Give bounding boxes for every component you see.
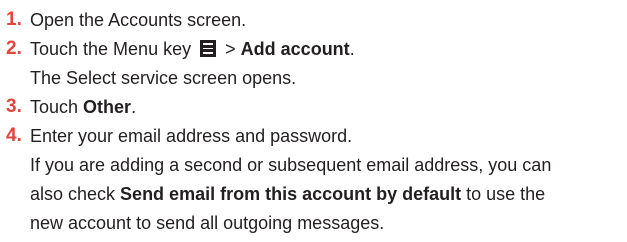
step-text: Open the Accounts screen. (30, 10, 247, 30)
step-number: 1. (6, 9, 22, 30)
menu-key-icon (200, 40, 217, 57)
step-text-suffix: . (349, 39, 355, 59)
step-text-prefix: Touch (30, 97, 84, 117)
step-note: The Select service screen opens. (30, 68, 297, 88)
step-note: If you are adding a second or subsequent… (30, 155, 552, 175)
step-text: Touch Other. (30, 92, 136, 122)
step-note-suffix: to use the (461, 184, 546, 204)
step-text: Touch the Menu key > Add account. (30, 34, 355, 64)
other-label: Other (83, 97, 132, 117)
send-email-default-option: Send email from this account by default (120, 184, 462, 204)
step-separator: > (225, 39, 236, 59)
step-number: 2. (6, 38, 22, 59)
step-text-prefix: Touch the Menu key (30, 39, 192, 59)
add-account-label: Add account (240, 39, 350, 59)
step-note: also check Send email from this account … (30, 179, 545, 209)
step-text: Enter your email address and password. (30, 126, 353, 146)
step-text-suffix: . (131, 97, 137, 117)
step-number: 4. (6, 125, 22, 146)
step-number: 3. (6, 96, 22, 117)
step-note: new account to send all outgoing message… (30, 213, 385, 233)
step-note-prefix: also check (30, 184, 121, 204)
